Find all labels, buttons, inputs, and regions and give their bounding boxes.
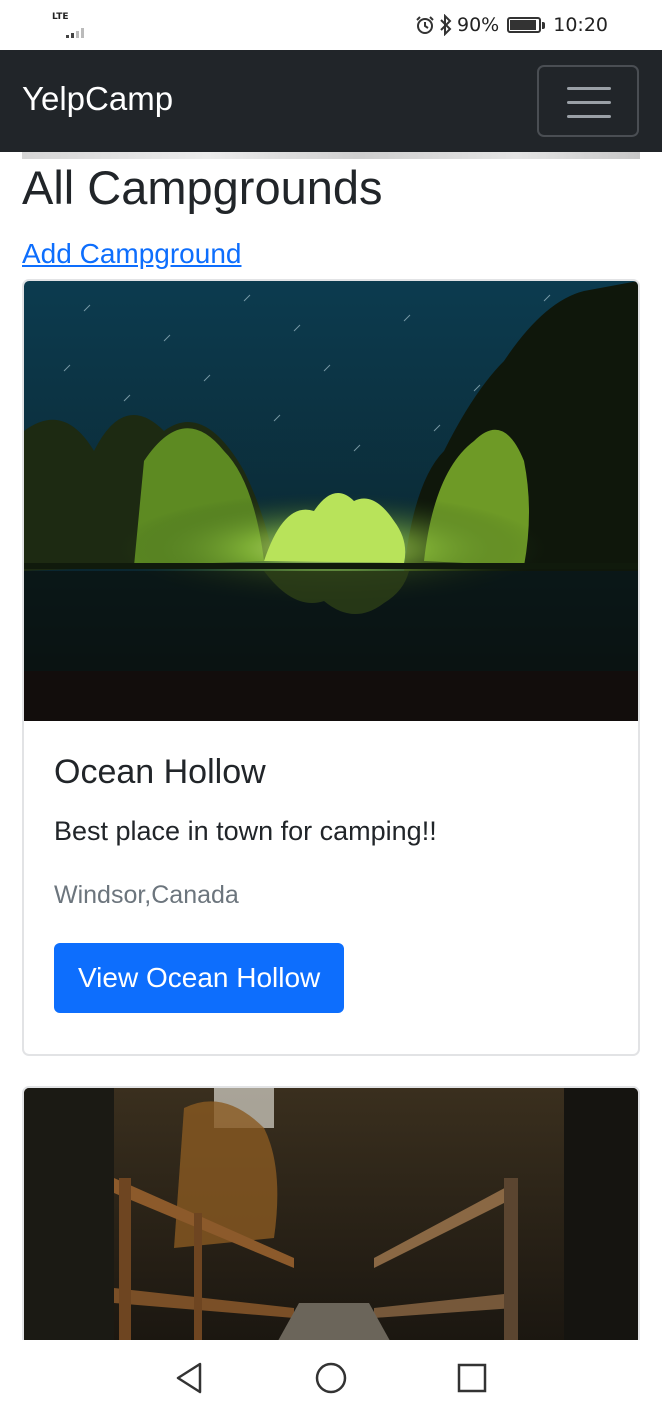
back-triangle-icon[interactable] [172, 1360, 208, 1396]
bluetooth-icon [440, 14, 452, 36]
campground-card [22, 1086, 640, 1346]
hamburger-icon-line-2 [567, 101, 611, 104]
network-indicator: LTE [52, 12, 88, 38]
home-circle-icon[interactable] [313, 1360, 349, 1396]
battery-percent: 90% [457, 14, 500, 36]
campground-image [24, 281, 638, 721]
campground-location: Windsor,Canada [54, 881, 239, 909]
navbar: YelpCamp [0, 50, 662, 152]
battery-icon [507, 17, 546, 33]
navbar-brand[interactable]: YelpCamp [22, 80, 173, 118]
status-bar: LTE 90% 10:20 [0, 0, 662, 50]
campground-card: Ocean Hollow Best place in town for camp… [22, 279, 640, 1056]
alarm-icon [416, 16, 434, 34]
page-title: All Campgrounds [22, 161, 383, 214]
cluster-map-edge [22, 152, 640, 159]
recents-square-icon[interactable] [454, 1360, 490, 1396]
view-campground-button[interactable]: View Ocean Hollow [54, 943, 345, 1013]
campground-title: Ocean Hollow [54, 753, 266, 791]
add-campground-link[interactable]: Add Campground [22, 238, 241, 270]
system-navigation-bar [0, 1340, 662, 1417]
campground-image [24, 1088, 638, 1344]
hamburger-icon-line-3 [567, 115, 611, 118]
card-body: Ocean Hollow Best place in town for camp… [54, 751, 608, 1013]
network-label: LTE [52, 12, 69, 22]
campground-description: Best place in town for camping!! [54, 816, 437, 846]
navbar-toggler-button[interactable] [537, 65, 639, 137]
clock: 10:20 [553, 14, 608, 36]
status-icons: 90% 10:20 [415, 12, 608, 38]
hamburger-icon-line-1 [567, 87, 611, 90]
signal-icon [66, 28, 84, 38]
